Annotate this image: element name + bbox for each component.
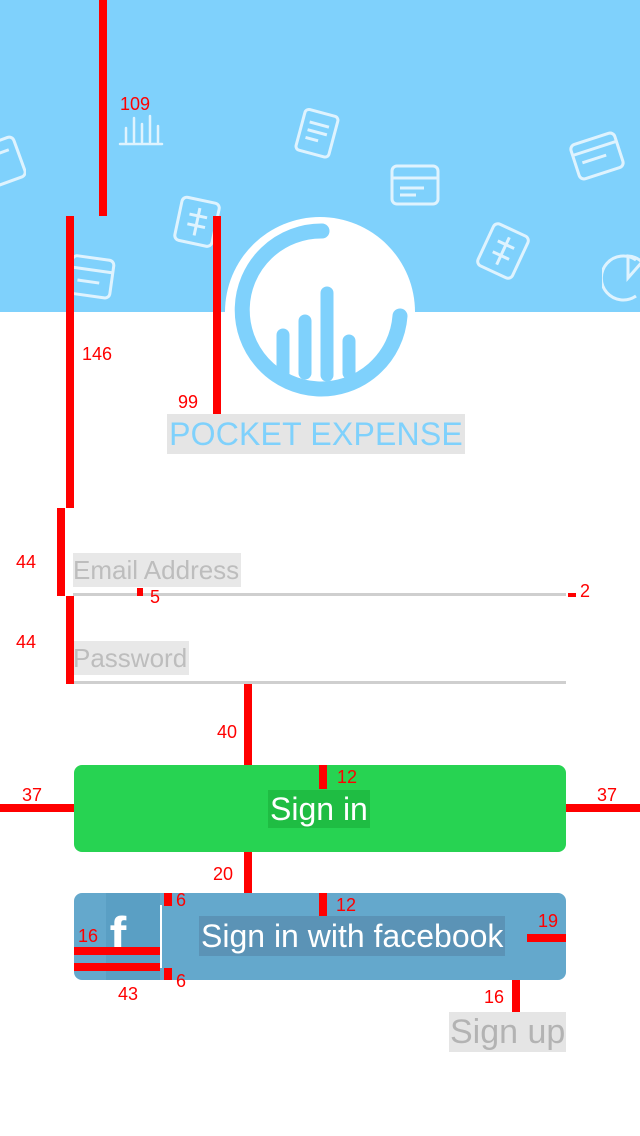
pie-chart-icon [602,254,640,302]
measure-line [57,508,65,596]
measure-line [164,893,172,906]
measure-label: 16 [484,987,505,1007]
measure-line [512,980,520,1012]
measure-line [244,684,252,765]
measure-label: 20 [213,864,234,884]
password-underline [73,681,566,684]
measure-label: 12 [336,895,357,915]
measure-line [74,947,160,955]
measure-label: 16 [78,926,99,946]
measure-label: 44 [16,632,37,652]
measure-line [568,593,576,597]
receipt-icon [294,107,340,159]
measure-label: 43 [118,984,139,1004]
card-icon [569,131,625,181]
measure-label: 44 [16,552,37,572]
measure-line [527,934,566,942]
logo-chart-icon [234,223,408,397]
bar-chart-icon [118,114,164,146]
app-title: POCKET EXPENSE [167,414,465,454]
email-field[interactable]: Email Address [73,553,242,587]
measure-line [319,893,327,916]
measure-label: 2 [580,581,591,601]
measure-label: 40 [217,722,238,742]
measure-label: 99 [178,392,199,412]
receipt-icon [476,222,530,280]
measure-line [99,0,107,216]
measure-line [244,852,252,893]
measure-label: 37 [597,785,618,805]
measure-line [0,804,74,812]
measure-label: 37 [22,785,43,805]
measure-line [137,588,143,596]
measure-line [164,968,172,980]
measure-line [213,216,221,414]
measure-line [566,804,640,812]
measure-label: 146 [82,344,113,364]
measure-line [66,596,74,684]
measure-label: 6 [176,971,187,991]
sign-in-label: Sign in [268,790,370,828]
email-underline [73,593,566,596]
sign-up-link[interactable]: Sign up [449,1012,567,1052]
measure-label: 6 [176,890,187,910]
measure-label: 5 [150,587,161,607]
facebook-sign-in-label: Sign in with facebook [199,916,506,956]
facebook-divider [160,905,162,968]
measure-line [319,765,327,789]
measure-line [66,216,74,508]
password-field[interactable]: Password [73,641,190,675]
card-icon [390,164,440,206]
measure-label: 19 [538,911,559,931]
measure-label: 109 [120,94,151,114]
app-logo [225,217,415,407]
card-icon [0,135,26,187]
measure-label: 12 [337,767,358,787]
measure-line [74,963,160,971]
